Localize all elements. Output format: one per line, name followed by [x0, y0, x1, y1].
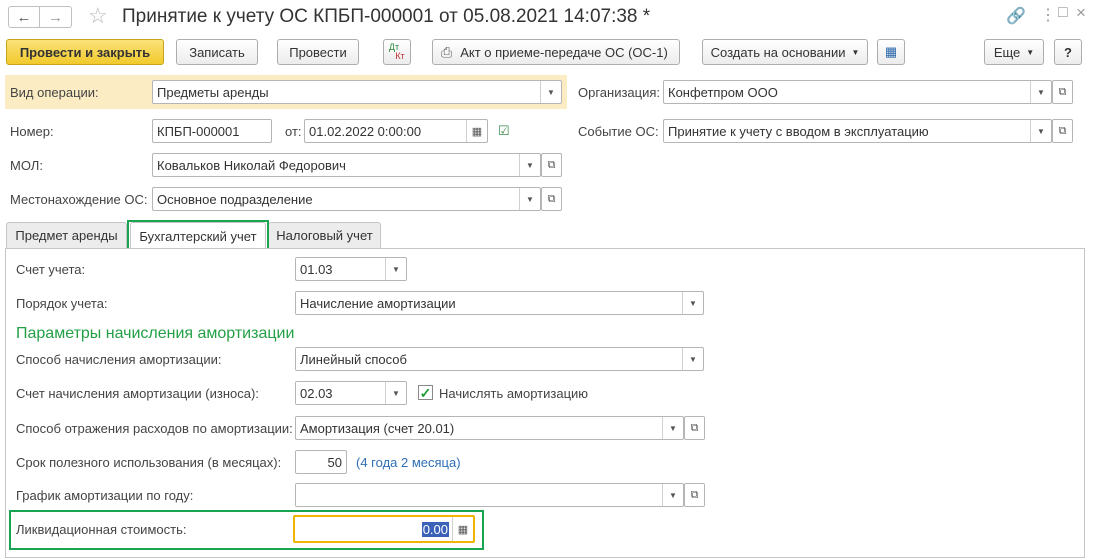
open-mol-button[interactable]: ⧉ — [541, 153, 562, 177]
chevron-down-icon[interactable]: ▼ — [519, 154, 540, 176]
open-form-icon: ⧉ — [1058, 124, 1067, 137]
event-label: Событие ОС: — [578, 124, 659, 139]
chevron-down-icon[interactable]: ▼ — [1030, 81, 1051, 103]
method-label: Способ начисления амортизации: — [16, 352, 222, 367]
create-based-on-button[interactable]: Создать на основании ▼ — [702, 39, 868, 65]
useful-life-input[interactable]: 50 — [295, 450, 347, 474]
open-form-icon: ⧉ — [547, 158, 556, 171]
method-select[interactable]: Линейный способ ▼ — [295, 347, 704, 371]
accrue-depreciation-checkbox[interactable]: ✓ — [418, 385, 433, 400]
chevron-down-icon[interactable]: ▼ — [662, 417, 683, 439]
chevron-down-icon[interactable]: ▼ — [540, 81, 561, 103]
dep-account-label: Счет начисления амортизации (износа): — [16, 386, 259, 401]
depreciation-section-title: Параметры начисления амортизации — [16, 325, 295, 342]
checkmark-icon: ✓ — [419, 384, 432, 401]
save-button[interactable]: Записать — [176, 39, 258, 65]
open-location-button[interactable]: ⧉ — [541, 187, 562, 211]
tab-rental-object[interactable]: Предмет аренды — [6, 222, 127, 248]
open-form-icon: ⧉ — [690, 488, 699, 501]
calendar-icon[interactable]: ▦ — [466, 120, 487, 142]
accounting-tab-annotation — [127, 220, 269, 251]
chevron-down-icon[interactable]: ▼ — [519, 188, 540, 210]
restore-window-icon[interactable]: □ — [1058, 4, 1068, 22]
schedule-label: График амортизации по году: — [16, 488, 194, 503]
open-expense-button[interactable]: ⧉ — [684, 416, 705, 440]
order-select[interactable]: Начисление амортизации ▼ — [295, 291, 704, 315]
more-button[interactable]: Еще ▼ — [984, 39, 1044, 65]
link-icon[interactable]: 🔗 — [1006, 6, 1026, 26]
open-form-icon: ⧉ — [1058, 85, 1067, 98]
help-button[interactable]: ? — [1054, 39, 1082, 65]
date-input[interactable]: 01.02.2022 0:00:00 ▦ — [304, 119, 488, 143]
post-and-close-button[interactable]: Провести и закрыть — [6, 39, 164, 65]
account-label: Счет учета: — [16, 262, 86, 277]
hierarchy-icon: ▦ — [884, 44, 898, 59]
window-title: Принятие к учету ОС КПБП-000001 от 05.08… — [122, 6, 651, 27]
chevron-down-icon[interactable]: ▼ — [385, 258, 406, 280]
print-act-button[interactable]: ⎙ Акт о приеме-передаче ОС (ОС-1) — [432, 39, 680, 65]
schedule-select[interactable]: ▼ — [295, 483, 684, 507]
expense-select[interactable]: Амортизация (счет 20.01) ▼ — [295, 416, 684, 440]
open-schedule-button[interactable]: ⧉ — [684, 483, 705, 507]
chevron-down-icon: ▼ — [851, 47, 860, 57]
checkmark-document-icon[interactable]: ☑ — [498, 123, 510, 139]
tab-tax-accounting[interactable]: Налоговый учет — [268, 222, 381, 248]
accrue-depreciation-label[interactable]: Начислять амортизацию — [439, 386, 588, 401]
operation-type-select[interactable]: Предметы аренды ▼ — [152, 80, 562, 104]
forward-button[interactable]: → — [40, 6, 72, 28]
date-from-label: от: — [285, 124, 302, 139]
open-form-icon: ⧉ — [690, 421, 699, 434]
event-select[interactable]: Принятие к учету с вводом в эксплуатацию… — [663, 119, 1052, 143]
chevron-down-icon[interactable]: ▼ — [385, 382, 406, 404]
open-form-icon: ⧉ — [547, 192, 556, 205]
number-label: Номер: — [10, 124, 54, 139]
location-select[interactable]: Основное подразделение ▼ — [152, 187, 541, 211]
printer-icon: ⎙ — [441, 43, 453, 60]
close-icon[interactable]: × — [1076, 3, 1086, 23]
organization-select[interactable]: Конфетпром ООО ▼ — [663, 80, 1052, 104]
dep-account-select[interactable]: 02.03 ▼ — [295, 381, 407, 405]
number-input[interactable]: КПБП-000001 — [152, 119, 272, 143]
favorite-star-icon[interactable]: ☆ — [88, 3, 108, 29]
arrow-right-icon: → — [48, 8, 63, 26]
open-organization-button[interactable]: ⧉ — [1052, 80, 1073, 104]
organization-label: Организация: — [578, 85, 661, 100]
chevron-down-icon[interactable]: ▼ — [682, 348, 703, 370]
back-button[interactable]: ← — [8, 6, 40, 28]
post-button[interactable]: Провести — [277, 39, 359, 65]
order-label: Порядок учета: — [16, 296, 108, 311]
chevron-down-icon: ▼ — [1026, 47, 1035, 57]
open-event-button[interactable]: ⧉ — [1052, 119, 1073, 143]
useful-life-hint[interactable]: (4 года 2 месяца) — [356, 455, 461, 470]
arrow-left-icon: ← — [16, 8, 32, 26]
location-label: Местонахождение ОС: — [10, 192, 148, 207]
expense-label: Способ отражения расходов по амортизации… — [16, 421, 293, 436]
chevron-down-icon[interactable]: ▼ — [1030, 120, 1051, 142]
dt-kt-icon: Дт Кт — [388, 42, 405, 61]
structure-button[interactable]: ▦ — [877, 39, 905, 65]
operation-type-label: Вид операции: — [10, 85, 99, 100]
window-menu-icon[interactable]: ⋮ — [1040, 5, 1056, 25]
mol-label: МОЛ: — [10, 158, 43, 173]
dt-kt-button[interactable]: Дт Кт — [383, 39, 411, 65]
mol-select[interactable]: Ковальков Николай Федорович ▼ — [152, 153, 541, 177]
useful-life-label: Срок полезного использования (в месяцах)… — [16, 455, 282, 470]
chevron-down-icon[interactable]: ▼ — [682, 292, 703, 314]
account-select[interactable]: 01.03 ▼ — [295, 257, 407, 281]
chevron-down-icon[interactable]: ▼ — [662, 484, 683, 506]
salvage-annotation — [9, 510, 484, 550]
